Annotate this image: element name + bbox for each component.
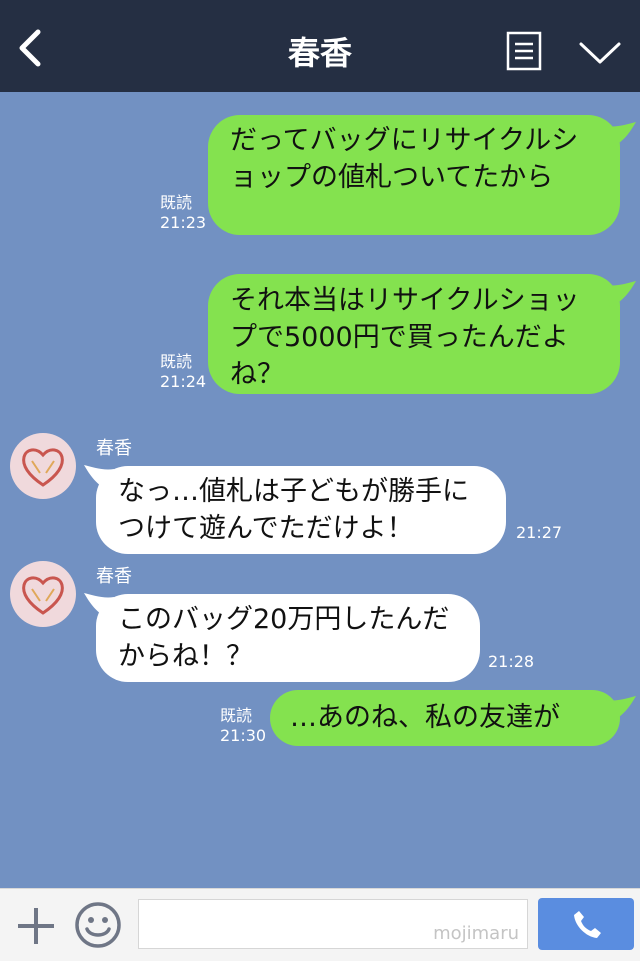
bubble-tail <box>606 122 636 148</box>
plus-icon[interactable] <box>16 906 56 946</box>
read-receipt: 既読 21:23 <box>160 193 206 233</box>
read-receipt: 既読 21:24 <box>160 352 206 392</box>
input-bar: mojimaru <box>0 888 640 961</box>
heart-icon <box>22 448 64 487</box>
heart-icon <box>22 576 64 615</box>
watermark: mojimaru <box>433 923 519 944</box>
avatar[interactable] <box>10 561 76 627</box>
sender-name: 春香 <box>96 566 132 587</box>
message-text: …あのね、私の友達が <box>290 702 560 733</box>
bubble-tail <box>606 281 636 307</box>
read-receipt: 既読 21:30 <box>220 706 266 746</box>
read-label: 既読 <box>160 352 193 371</box>
chevron-down-icon[interactable] <box>578 38 622 68</box>
message-time: 21:24 <box>160 372 207 391</box>
avatar[interactable] <box>10 433 76 499</box>
message-bubble-received[interactable]: このバッグ20万円したんだからね！？ <box>96 594 480 682</box>
chat-title: 春香 <box>287 34 352 72</box>
sender-name: 春香 <box>96 438 132 459</box>
message-bubble-sent[interactable]: だってバッグにリサイクルショップの値札ついてたから <box>208 115 620 235</box>
message-time: 21:28 <box>488 652 535 671</box>
bubble-tail <box>606 696 636 722</box>
message-input[interactable]: mojimaru <box>138 899 528 949</box>
message-time: 21:23 <box>160 213 207 232</box>
message-text: このバッグ20万円したんだからね！？ <box>118 604 450 672</box>
menu-icon[interactable] <box>506 31 542 71</box>
phone-icon <box>574 911 601 938</box>
smile-icon[interactable] <box>74 901 122 949</box>
message-time: 21:30 <box>220 726 267 745</box>
message-bubble-received[interactable]: なっ…値札は子どもが勝手につけて遊んでただけよ！ <box>96 466 506 554</box>
message-bubble-sent[interactable]: …あのね、私の友達が <box>270 690 620 746</box>
message-time: 21:27 <box>516 523 563 542</box>
message-text: だってバッグにリサイクルショップの値札ついてたから <box>230 125 579 193</box>
read-label: 既読 <box>160 193 193 212</box>
chat-area[interactable]: 既読 21:23 だってバッグにリサイクルショップの値札ついてたから 既読 21… <box>0 92 640 888</box>
message-text: なっ…値札は子どもが勝手につけて遊んでただけよ！ <box>118 476 469 544</box>
message-text: それ本当はリサイクルショップで5000円で買ったんだよね？ <box>230 285 580 390</box>
message-bubble-sent[interactable]: それ本当はリサイクルショップで5000円で買ったんだよね？ <box>208 274 620 394</box>
chat-header: 春香 <box>0 0 640 92</box>
call-button[interactable] <box>538 898 634 950</box>
read-label: 既読 <box>220 706 253 725</box>
